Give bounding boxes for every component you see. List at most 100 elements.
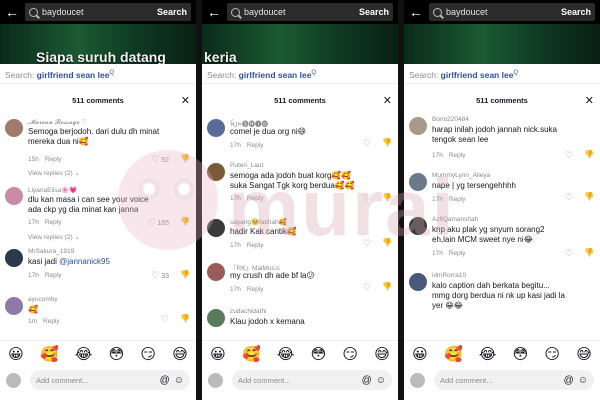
- suggestion-query[interactable]: girlfriend sean lee: [441, 70, 514, 80]
- comment-username[interactable]: ayucomby: [28, 296, 58, 303]
- comment-username[interactable]: AzfiQamanshah: [432, 216, 478, 223]
- comment-username[interactable]: sayang🥺fatihah🥰: [230, 218, 287, 226]
- comment-username[interactable]: LiyanaElisa🌸💗: [28, 186, 77, 194]
- emoji-flushed[interactable]: 😳: [513, 345, 529, 363]
- search-suggestion[interactable]: Search: girlfriend sean leeQ: [0, 64, 196, 84]
- add-comment-bar[interactable]: Add comment... @ ☺: [30, 370, 190, 390]
- comment-username[interactable]: Puteri_Laut: [230, 162, 263, 169]
- reply-button[interactable]: Reply: [43, 318, 60, 325]
- emoji-smirk[interactable]: 😏: [342, 345, 358, 363]
- search-box[interactable]: baydoucet Search: [25, 3, 191, 21]
- avatar[interactable]: [5, 119, 23, 137]
- add-comment-input[interactable]: Add comment...: [36, 376, 156, 385]
- back-arrow-icon[interactable]: ←: [207, 5, 221, 19]
- add-comment-bar[interactable]: Add comment... @ ☺: [434, 370, 594, 390]
- view-replies-button[interactable]: View replies (2) ⌄: [28, 233, 80, 241]
- emoji-picker-icon[interactable]: ☺: [376, 375, 386, 386]
- dislike-icon[interactable]: 👎: [382, 193, 392, 202]
- emoji-grin[interactable]: 😀: [8, 345, 24, 363]
- like-button[interactable]: ♡: [565, 150, 573, 161]
- comment-username[interactable]: Bono220484: [432, 116, 469, 123]
- search-query[interactable]: baydoucet: [446, 7, 557, 17]
- dislike-icon[interactable]: 👎: [180, 154, 190, 163]
- avatar[interactable]: [409, 273, 427, 291]
- avatar[interactable]: [207, 219, 225, 237]
- emoji-love[interactable]: 🥰: [444, 345, 463, 363]
- dislike-icon[interactable]: 👎: [382, 238, 392, 247]
- reply-button[interactable]: Reply: [45, 272, 62, 279]
- emoji-laugh[interactable]: 😂: [75, 345, 93, 363]
- dislike-icon[interactable]: 👎: [584, 192, 594, 201]
- dislike-icon[interactable]: 👎: [584, 248, 594, 257]
- emoji-picker-icon[interactable]: ☺: [578, 375, 588, 386]
- comment-username[interactable]: MummyLynn_Alieya: [432, 172, 490, 179]
- like-button[interactable]: ♡: [565, 192, 573, 203]
- emoji-flushed[interactable]: 😳: [109, 345, 125, 363]
- close-icon[interactable]: ✕: [383, 94, 392, 107]
- emoji-love[interactable]: 🥰: [242, 345, 261, 363]
- search-button[interactable]: Search: [561, 7, 591, 17]
- mention-at-icon[interactable]: @: [564, 375, 574, 386]
- avatar[interactable]: [5, 249, 23, 267]
- dislike-icon[interactable]: 👎: [180, 270, 190, 279]
- search-button[interactable]: Search: [157, 7, 187, 17]
- suggestion-query[interactable]: girlfriend sean lee: [239, 70, 312, 80]
- comment-username[interactable]: idmRorra10: [432, 272, 466, 279]
- reply-button[interactable]: Reply: [247, 142, 264, 149]
- dislike-icon[interactable]: 👎: [382, 282, 392, 291]
- avatar[interactable]: [409, 173, 427, 191]
- emoji-love[interactable]: 🥰: [40, 345, 59, 363]
- mention-at-icon[interactable]: @: [160, 375, 170, 386]
- like-button[interactable]: ♡: [363, 238, 371, 249]
- add-comment-input[interactable]: Add comment...: [440, 376, 560, 385]
- search-button[interactable]: Search: [359, 7, 389, 17]
- search-suggestion[interactable]: Search: girlfriend sean leeQ: [404, 64, 600, 84]
- mention-link[interactable]: @jannanick95: [59, 257, 110, 266]
- search-query[interactable]: baydoucet: [42, 7, 153, 17]
- reply-button[interactable]: Reply: [45, 219, 62, 226]
- emoji-smirk[interactable]: 😏: [544, 345, 560, 363]
- back-arrow-icon[interactable]: ←: [5, 5, 19, 19]
- emoji-smirk[interactable]: 😏: [140, 345, 156, 363]
- like-button[interactable]: ♡: [363, 138, 371, 149]
- avatar[interactable]: [409, 117, 427, 135]
- search-box[interactable]: baydoucet Search: [429, 3, 595, 21]
- avatar[interactable]: [5, 297, 23, 315]
- reply-button[interactable]: Reply: [449, 196, 466, 203]
- like-button[interactable]: ♡: [363, 193, 371, 204]
- search-box[interactable]: baydoucet Search: [227, 3, 393, 21]
- comment-username[interactable]: zudachidathi: [230, 308, 267, 315]
- like-button[interactable]: ♡: [565, 248, 573, 259]
- like-button[interactable]: ♡ 92: [151, 154, 169, 165]
- emoji-laugh[interactable]: 😂: [277, 345, 295, 363]
- reply-button[interactable]: Reply: [449, 152, 466, 159]
- mention-at-icon[interactable]: @: [362, 375, 372, 386]
- emoji-laugh[interactable]: 😂: [479, 345, 497, 363]
- suggestion-query[interactable]: girlfriend sean lee: [37, 70, 110, 80]
- emoji-picker-icon[interactable]: ☺: [174, 375, 184, 386]
- view-replies-button[interactable]: View replies (2) ⌄: [28, 169, 80, 177]
- reply-button[interactable]: Reply: [247, 195, 264, 202]
- search-suggestion[interactable]: Search: girlfriend sean leeQ: [202, 64, 398, 84]
- search-query[interactable]: baydoucet: [244, 7, 355, 17]
- dislike-icon[interactable]: 👎: [180, 314, 190, 323]
- comment-username[interactable]: 𝓜𝓪𝓻𝓮𝓪𝓷 𝓡𝓮𝓼𝓼𝓪𝓰𝓮 ♡: [28, 118, 87, 127]
- reply-button[interactable]: Reply: [247, 286, 264, 293]
- avatar[interactable]: [207, 309, 225, 327]
- dislike-icon[interactable]: 👎: [180, 217, 190, 226]
- emoji-sweat[interactable]: 😅: [374, 345, 390, 363]
- emoji-grin[interactable]: 😀: [412, 345, 428, 363]
- emoji-sweat[interactable]: 😅: [576, 345, 592, 363]
- avatar[interactable]: [207, 119, 225, 137]
- like-button[interactable]: ♡ 165: [147, 217, 169, 228]
- comment-username[interactable]: MrSakura_1919: [28, 248, 74, 255]
- emoji-grin[interactable]: 😀: [210, 345, 226, 363]
- emoji-sweat[interactable]: 😅: [172, 345, 188, 363]
- reply-button[interactable]: Reply: [247, 242, 264, 249]
- add-comment-input[interactable]: Add comment...: [238, 376, 358, 385]
- dislike-icon[interactable]: 👎: [584, 150, 594, 159]
- reply-button[interactable]: Reply: [449, 250, 466, 257]
- back-arrow-icon[interactable]: ←: [409, 5, 423, 19]
- like-button[interactable]: ♡ 33: [151, 270, 169, 281]
- emoji-flushed[interactable]: 😳: [311, 345, 327, 363]
